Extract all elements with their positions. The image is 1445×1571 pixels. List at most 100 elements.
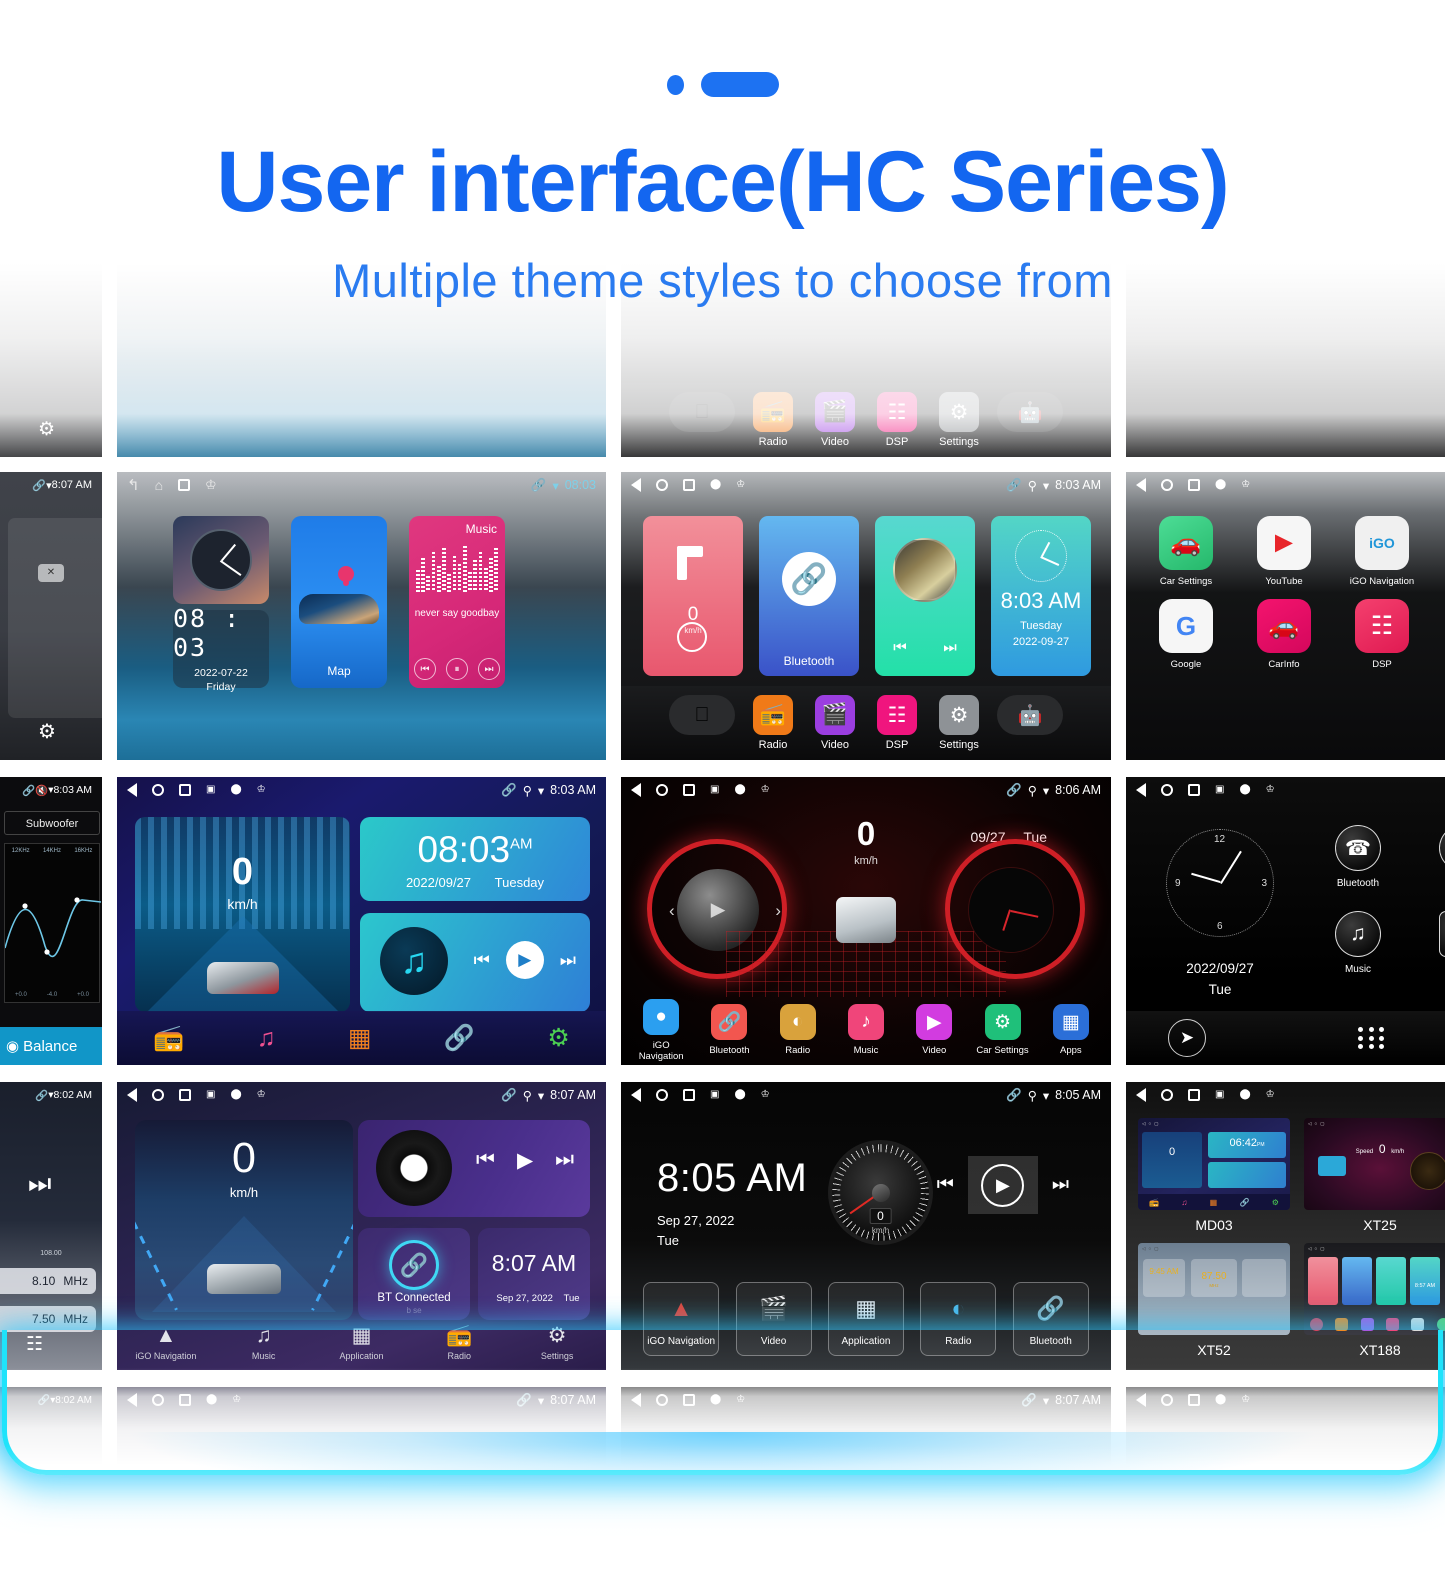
app-item-green[interactable] <box>1440 599 1445 670</box>
dock-item-bluetooth[interactable]: 🔗 Bluetooth <box>1012 1282 1089 1356</box>
speed-panel[interactable]: 0 km/h <box>135 1120 353 1320</box>
recents-icon[interactable] <box>179 1394 191 1406</box>
recents-icon[interactable] <box>1188 784 1200 796</box>
card-navigation[interactable]: 0 km/h <box>643 516 743 676</box>
fast-forward-icon[interactable]: ⏭ <box>28 1168 51 1200</box>
recents-icon[interactable] <box>1188 479 1200 491</box>
dock-item-video[interactable]: 🎬 Video <box>811 695 859 751</box>
home-icon[interactable] <box>1161 784 1173 796</box>
card-clock[interactable]: 8:03 AM Tuesday 2022-09-27 <box>991 516 1091 676</box>
dock-item-igo[interactable]: ● iGO Navigation <box>630 998 692 1062</box>
dsp-title[interactable]: Subwoofer <box>4 811 100 835</box>
balance-tab[interactable]: ◉ Balance <box>0 1027 102 1065</box>
dock-item-apps[interactable]: ▦ Apps <box>1040 1004 1102 1056</box>
back-icon[interactable] <box>631 1393 641 1407</box>
model-item-xt25[interactable]: ◁ ○ ▢ Speed 0 km/h XT25 <box>1304 1118 1445 1233</box>
next-button[interactable]: ⏭ <box>478 658 500 680</box>
tile-theme-partial-bottom-c[interactable]: ⬤ ♔ <box>1126 1387 1445 1571</box>
apps-grid-icon[interactable]: ▦ <box>348 1023 372 1053</box>
dock-item-video[interactable]: 🎬 Video <box>811 392 859 448</box>
play-button[interactable]: ▶ <box>505 941 544 979</box>
bluetooth-panel[interactable]: 🔗 BT Connected b se <box>358 1228 470 1320</box>
map-widget[interactable]: Map <box>291 516 387 688</box>
dock-item-settings[interactable]: ⚙ Settings <box>519 1325 595 1361</box>
recents-icon[interactable] <box>179 1089 191 1101</box>
app-item-dsp[interactable]: ☷ DSP <box>1342 599 1422 670</box>
home-icon[interactable] <box>1161 479 1173 491</box>
prev-button[interactable]: ⏮ <box>893 639 907 656</box>
dock-item-dsp[interactable]: ☷ DSP <box>873 695 921 751</box>
app-item-youtube[interactable]: ► YouTube <box>1244 516 1324 587</box>
music-widget[interactable]: Music never say goodbay ⏮ ⏸ ⏭ <box>409 516 505 688</box>
music-panel[interactable]: ♫ ⏮ ▶ ⏭ <box>360 913 590 1012</box>
app-item-car-settings[interactable]: 🚗 Car Settings <box>1146 516 1226 587</box>
next-button[interactable]: ⏭ <box>943 639 957 656</box>
prev-button[interactable]: ⏮ <box>474 950 490 971</box>
dock-item-settings[interactable]: ⚙ Settings <box>935 392 983 448</box>
gear-icon[interactable]: ⚙ <box>547 1023 569 1053</box>
tile-sidebar-partial-bottom[interactable]: 🔗 ▾ 8:02 AM <box>0 1387 102 1571</box>
home-icon[interactable] <box>152 1089 164 1101</box>
analog-clock-widget[interactable] <box>173 516 269 604</box>
bluetooth-icon[interactable]: 🔗 <box>444 1024 475 1053</box>
music-note-icon[interactable]: ♫ <box>257 1024 276 1053</box>
back-icon[interactable] <box>631 1088 641 1102</box>
recents-icon[interactable] <box>683 1089 695 1101</box>
dock-item-video[interactable]: 🎬 Video <box>735 1282 812 1356</box>
app-item-carinfo[interactable]: 🚗 CarInfo <box>1244 599 1324 670</box>
recents-icon[interactable] <box>179 784 191 796</box>
dock-item-settings[interactable]: ⚙ Settings <box>935 695 983 751</box>
dock-item-application[interactable]: ▦ Application <box>323 1325 399 1361</box>
home-icon[interactable] <box>1161 1394 1173 1406</box>
preset-1[interactable]: 8.10 MHz <box>0 1268 96 1294</box>
tile-theme-purple-dash[interactable]: ▣ ⬤ ♔ 🔗 ⚲ ▾ 8:07 AM 0 km/h ⏮ ▶ ⏭ 🔗 BT Co… <box>117 1082 606 1370</box>
back-icon[interactable] <box>1136 478 1146 492</box>
recents-icon[interactable] <box>683 479 695 491</box>
home-icon[interactable] <box>656 479 668 491</box>
music-panel[interactable]: ⏮ ▶ ⏭ <box>358 1120 590 1217</box>
home-icon[interactable] <box>152 784 164 796</box>
dock-item-radio[interactable]: ◐ Radio <box>767 1004 829 1056</box>
dsp-curve-chart[interactable]: 12KHz 14KHz 16KHz +0.0 -4.0 +0.0 <box>4 843 101 1003</box>
prev-button[interactable]: ⏮ <box>937 1174 954 1196</box>
back-icon[interactable] <box>1136 1088 1146 1102</box>
play-button[interactable]: ▶ <box>517 1148 533 1173</box>
play-button-box[interactable]: ▶ <box>967 1156 1038 1214</box>
clock-panel[interactable]: 08:03AM 2022/09/27 Tuesday <box>360 817 590 901</box>
app-item-teal[interactable] <box>1440 516 1445 587</box>
home-icon[interactable] <box>1161 1089 1173 1101</box>
tile-sidebar-settings[interactable]: 🔗 ▾ 8:07 AM ✕ ⚙ <box>0 472 102 760</box>
navigation-arrow-icon[interactable]: ➤ <box>1168 1019 1206 1057</box>
app-item-bluetooth[interactable]: ☎ Bluetooth <box>1314 825 1402 889</box>
recents-icon[interactable] <box>683 784 695 796</box>
dock-item-radio[interactable]: 📻 Radio <box>749 392 797 448</box>
home-icon[interactable] <box>656 1394 668 1406</box>
back-icon[interactable] <box>127 1088 137 1102</box>
preset-2[interactable]: 7.50 MHz <box>0 1306 96 1332</box>
recents-icon[interactable] <box>1188 1394 1200 1406</box>
home-icon[interactable] <box>656 1089 668 1101</box>
dock-item-application[interactable]: ▦ Application <box>827 1282 904 1356</box>
dock-item-car-settings[interactable]: ⚙ Car Settings <box>972 1004 1034 1056</box>
dock-item-radio[interactable]: 📻 Radio <box>421 1325 497 1361</box>
home-icon[interactable] <box>152 1394 164 1406</box>
back-icon[interactable] <box>127 1393 137 1407</box>
back-icon[interactable] <box>127 783 137 797</box>
app-item-music[interactable]: ♫ Music <box>1314 911 1402 975</box>
prev-button[interactable]: ⏮ <box>414 658 436 680</box>
dock-item-radio[interactable]: 📻 Radio <box>749 695 797 751</box>
app-item-google[interactable]: G Google <box>1146 599 1226 670</box>
recents-icon[interactable] <box>1188 1089 1200 1101</box>
dock-item-video[interactable]: ▶ Video <box>903 1004 965 1056</box>
gear-icon[interactable]: ⚙ <box>38 719 56 744</box>
model-item-md03[interactable]: ◁ ○ ▢ 0 06:42PM 📻 ♫ ▦ 🔗 ⚙ MD03 <box>1138 1118 1290 1233</box>
apps-dots-icon[interactable] <box>1358 1027 1386 1049</box>
tile-sidebar-dsp[interactable]: 🔗 🔇 ▾ 8:03 AM Subwoofer 12KHz 14KHz 16KH… <box>0 777 102 1065</box>
next-button[interactable]: ⏭ <box>560 950 576 971</box>
app-item-igo-navigation[interactable]: iGO iGO Navigation <box>1342 516 1422 587</box>
next-button[interactable]: › <box>775 901 781 921</box>
dock-item-igo[interactable]: ▲ iGO Navigation <box>128 1325 204 1361</box>
tile-theme-black-clock[interactable]: ▣ ⬤ ♔ 12 3 6 9 2022/09/27 Tue ☎ Bluetoot… <box>1126 777 1445 1065</box>
back-icon[interactable] <box>1136 783 1146 797</box>
apple-icon[interactable]:  <box>669 695 735 735</box>
